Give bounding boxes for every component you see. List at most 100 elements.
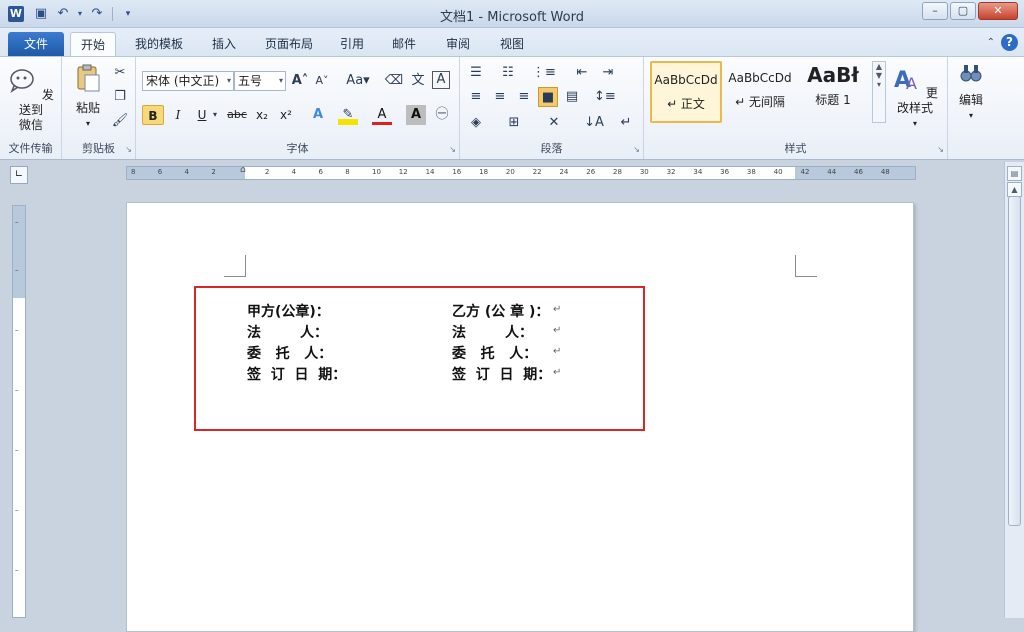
tab-my-templates[interactable]: 我的模板 xyxy=(128,32,190,56)
file-transfer-group-label: 文件传输 xyxy=(8,142,53,155)
vruler-tick: – xyxy=(15,218,19,226)
style-normal[interactable]: AaBbCcDd ↵ 正文 xyxy=(650,61,722,123)
clipboard-launcher-icon[interactable]: ↘ xyxy=(125,145,132,154)
change-styles-dropdown-icon[interactable]: ▾ xyxy=(888,116,942,131)
underline-dropdown-icon[interactable]: ▾ xyxy=(210,105,220,125)
line-spacing-icon[interactable]: ↕≡ xyxy=(594,87,616,107)
multilevel-list-icon[interactable]: ⋮≡ xyxy=(532,63,556,83)
style-heading-1[interactable]: AaBł 标题 1 xyxy=(798,61,868,123)
justify-icon[interactable]: ■ xyxy=(538,87,558,107)
change-styles-button[interactable]: AA 更改样式 ▾ xyxy=(888,63,942,131)
horizontal-ruler[interactable]: 8 6 4 2 2 4 6 8 10 12 14 16 18 20 22 24 26 28 30 32 34 36 38 40… xyxy=(126,165,916,180)
change-case-icon[interactable]: Aa▾ xyxy=(344,71,372,91)
show-marks-icon[interactable]: ↵ xyxy=(616,113,636,133)
party-a-agent-label[interactable]: 委 托 人： xyxy=(247,343,332,363)
send-wechat-icon xyxy=(10,69,34,93)
font-size-combo[interactable]: 五号 ▾ xyxy=(234,71,286,91)
minimize-button[interactable]: – xyxy=(922,2,948,20)
paste-button[interactable]: 粘贴 ▾ xyxy=(68,63,108,131)
svg-text:A: A xyxy=(906,74,917,93)
minimize-ribbon-icon[interactable]: ⌃ xyxy=(987,37,995,48)
paste-dropdown-icon[interactable]: ▾ xyxy=(68,116,108,131)
distributed-icon[interactable]: ▤ xyxy=(562,87,582,107)
tab-view[interactable]: 视图 xyxy=(494,32,530,56)
highlight-icon[interactable]: ✎ xyxy=(338,105,358,125)
paragraph-launcher-icon[interactable]: ↘ xyxy=(633,145,640,154)
borders-icon[interactable]: ⊞ xyxy=(504,113,524,133)
enclose-characters-icon[interactable]: ㊀ xyxy=(432,105,452,125)
vertical-ruler[interactable]: – – – – – – – xyxy=(12,205,26,618)
editing-dropdown-icon[interactable]: ▾ xyxy=(952,108,990,123)
ruler-tick-label: 2 xyxy=(211,168,216,176)
font-name-dropdown-icon[interactable]: ▾ xyxy=(227,72,231,90)
ruler-tick-label: 10 xyxy=(372,168,381,176)
italic-button[interactable]: I xyxy=(168,105,188,125)
style-gallery-scroll[interactable]: ▲ ▼ ▾ xyxy=(872,61,886,123)
style-normal-sample: AaBbCcDd xyxy=(654,73,718,87)
font-size-dropdown-icon[interactable]: ▾ xyxy=(279,72,283,90)
subscript-button[interactable]: x₂ xyxy=(252,105,272,125)
party-a-seal-label[interactable]: 甲方(公章)： xyxy=(247,301,330,321)
text-effects-icon[interactable]: A xyxy=(308,105,328,125)
tab-home[interactable]: 开始 xyxy=(70,32,116,56)
superscript-button[interactable]: x² xyxy=(276,105,296,125)
strikethrough-button[interactable]: abc xyxy=(224,105,250,125)
style-heading-1-sample: AaBł xyxy=(807,63,859,87)
style-no-spacing[interactable]: AaBbCcDd ↵ 无间隔 xyxy=(724,61,796,123)
first-line-indent-icon[interactable]: ⌂ xyxy=(240,165,246,175)
bullets-icon[interactable]: ☰ xyxy=(466,63,486,83)
tab-insert[interactable]: 插入 xyxy=(204,32,244,56)
shading-icon[interactable]: ◈ xyxy=(466,113,486,133)
party-a-legal-rep-label[interactable]: 法 人： xyxy=(247,322,328,342)
scrollbar-thumb[interactable] xyxy=(1008,196,1021,526)
party-a-sign-date-label[interactable]: 签 订 日 期： xyxy=(247,364,346,384)
vruler-tick: – xyxy=(15,266,19,274)
close-button[interactable]: ✕ xyxy=(978,2,1018,20)
document-page[interactable]: 甲方(公章)： 乙方 (公 章 )： ↵ 法 人： 法 人： ↵ 委 托 人： … xyxy=(126,202,914,632)
editing-label: 编辑 xyxy=(958,93,983,107)
tab-review[interactable]: 审阅 xyxy=(440,32,476,56)
font-name-combo[interactable]: 宋体 (中文正) ▾ xyxy=(142,71,234,91)
window-title: 文档1 - Microsoft Word xyxy=(440,10,584,25)
format-painter-icon[interactable]: 🖌 xyxy=(110,111,130,131)
send-to-wechat-button[interactable]: 发送到 微信 xyxy=(6,65,56,133)
editing-button[interactable]: 编辑 ▾ xyxy=(952,61,990,123)
restore-button[interactable]: ▢ xyxy=(950,2,976,20)
underline-button[interactable]: U xyxy=(192,105,212,125)
font-color-icon[interactable]: A xyxy=(372,105,392,125)
tab-selector[interactable]: ∟ xyxy=(10,166,28,184)
grow-font-icon[interactable]: A˄ xyxy=(290,71,310,91)
copy-icon[interactable]: ❐ xyxy=(110,87,130,107)
tab-page-layout[interactable]: 页面布局 xyxy=(258,32,320,56)
styles-launcher-icon[interactable]: ↘ xyxy=(937,145,944,154)
phonetic-guide-icon[interactable]: 文 xyxy=(408,71,428,91)
align-center-icon[interactable]: ≡ xyxy=(490,87,510,107)
party-b-agent-label[interactable]: 委 托 人： xyxy=(452,343,537,363)
character-shading-icon[interactable]: A xyxy=(406,105,426,125)
party-b-legal-rep-label[interactable]: 法 人： xyxy=(452,322,533,342)
vertical-scrollbar[interactable]: ▤ ▲ xyxy=(1004,162,1024,618)
tab-references[interactable]: 引用 xyxy=(334,32,370,56)
party-b-seal-label[interactable]: 乙方 (公 章 )： xyxy=(452,301,549,321)
chinese-layout-icon[interactable]: ✕ xyxy=(544,113,564,133)
scroll-up-icon[interactable]: ▲ xyxy=(1007,182,1022,197)
bold-button[interactable]: B xyxy=(142,105,164,125)
align-right-icon[interactable]: ≡ xyxy=(514,87,534,107)
character-border-icon[interactable]: A xyxy=(432,71,450,89)
clear-formatting-icon[interactable]: ⌫ xyxy=(384,71,404,91)
ruler-tick-label: 44 xyxy=(827,168,837,176)
tab-file[interactable]: 文件 xyxy=(8,32,64,56)
align-left-icon[interactable]: ≡ xyxy=(466,87,486,107)
tab-mailings[interactable]: 邮件 xyxy=(386,32,422,56)
help-icon[interactable]: ? xyxy=(1001,34,1018,51)
ruler-toggle-icon[interactable]: ▤ xyxy=(1007,166,1022,181)
font-group-label: 字体 xyxy=(286,142,309,155)
numbering-icon[interactable]: ☷ xyxy=(498,63,518,83)
decrease-indent-icon[interactable]: ⇤ xyxy=(572,63,592,83)
sort-icon[interactable]: ↓A xyxy=(584,113,604,133)
party-b-sign-date-label[interactable]: 签 订 日 期： xyxy=(452,364,551,384)
increase-indent-icon[interactable]: ⇥ xyxy=(598,63,618,83)
cut-icon[interactable]: ✂ xyxy=(110,63,130,83)
font-launcher-icon[interactable]: ↘ xyxy=(449,145,456,154)
shrink-font-icon[interactable]: A˅ xyxy=(312,71,332,91)
